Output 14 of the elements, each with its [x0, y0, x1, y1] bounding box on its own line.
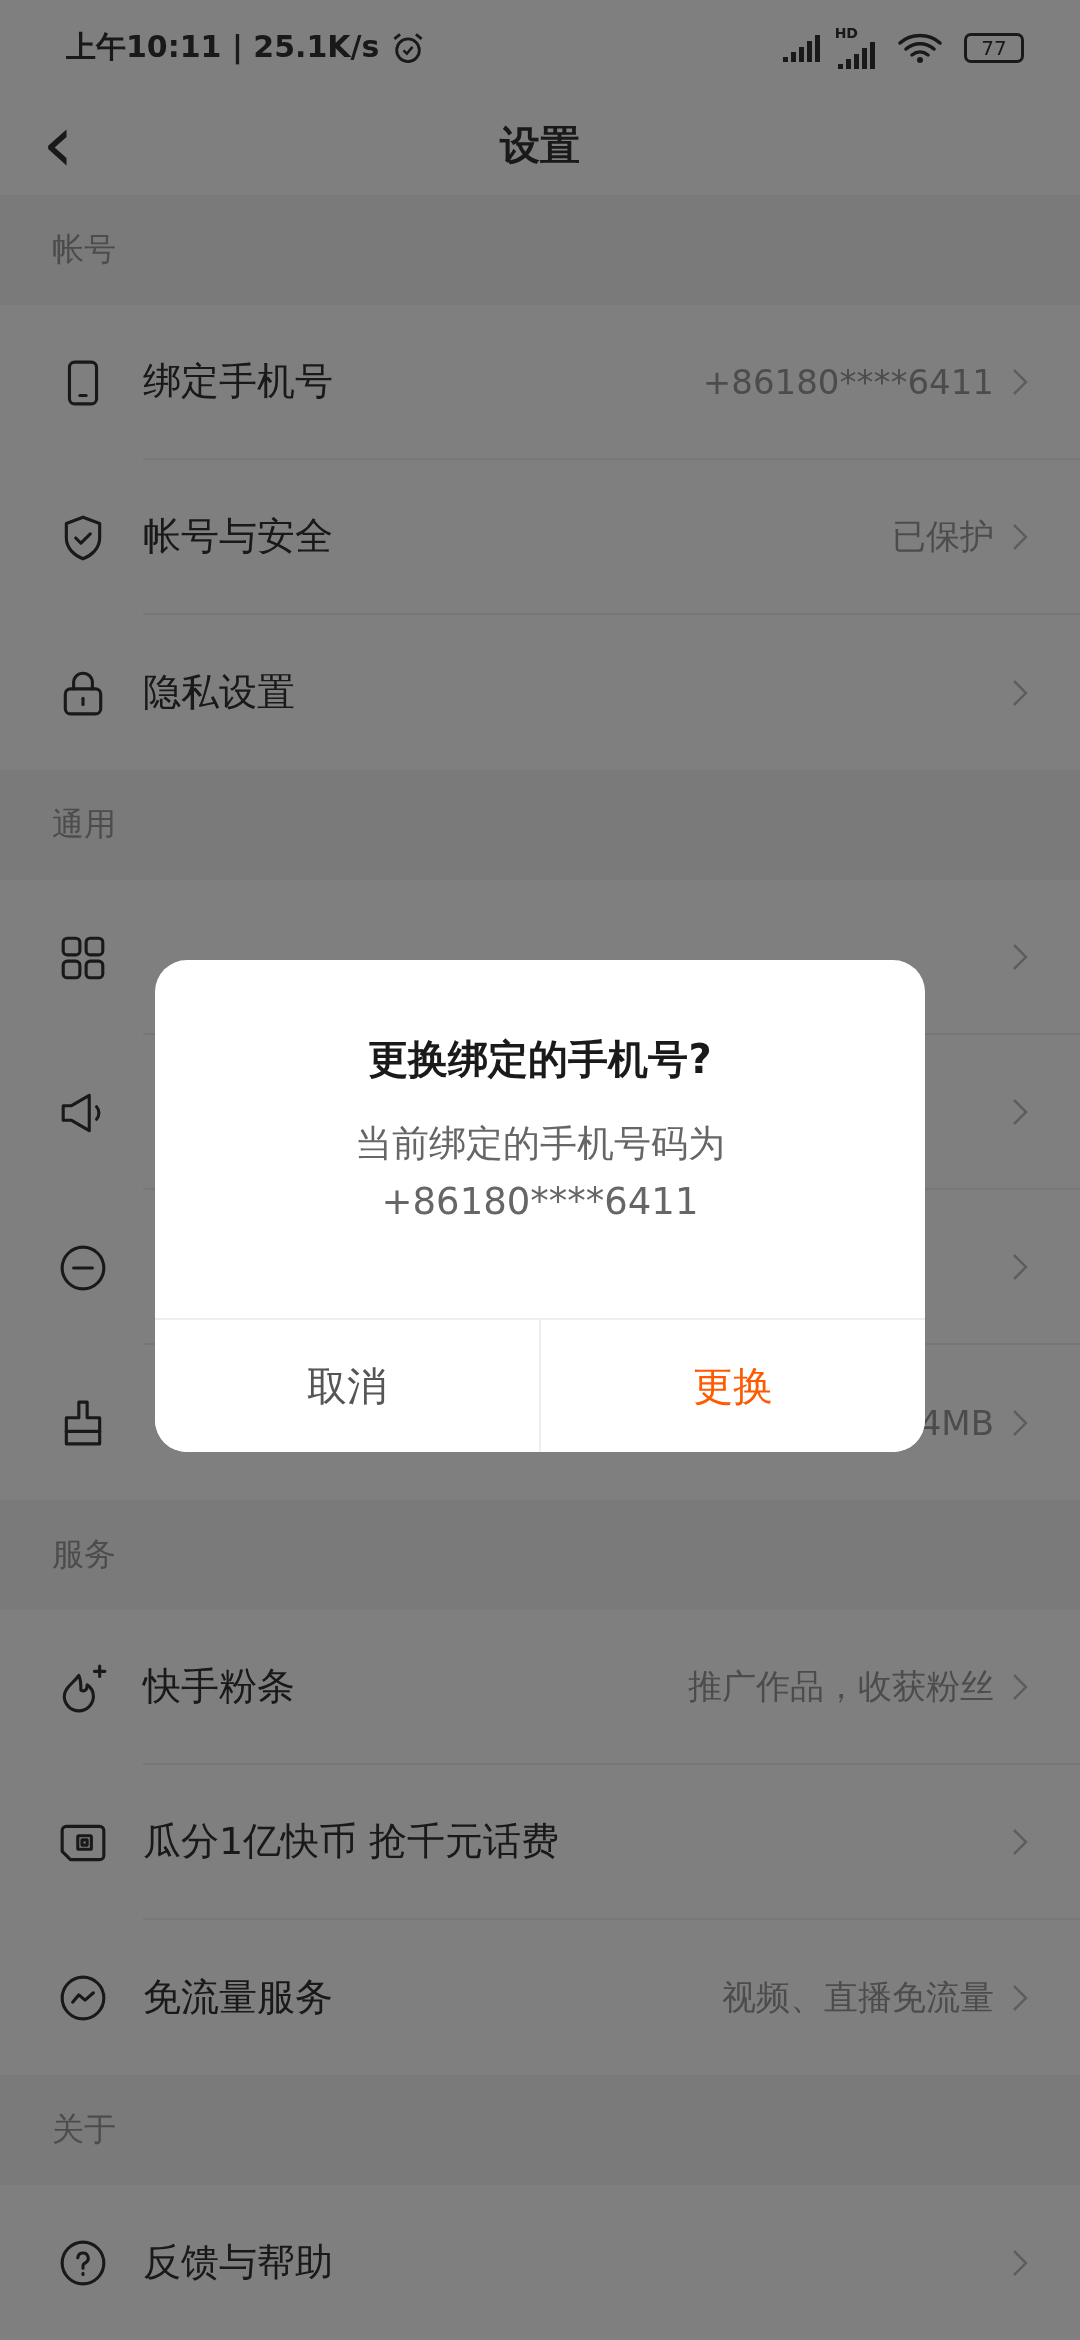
row-label: 反馈与帮助 [143, 2239, 333, 2286]
row-label: 快手粉条 [143, 1663, 295, 1710]
dialog-message: 当前绑定的手机号码为 [355, 1121, 725, 1167]
battery-icon: 77 [964, 32, 1024, 63]
dialog-title: 更换绑定的手机号? [368, 1035, 712, 1084]
row-label: 绑定手机号 [143, 358, 333, 405]
row-label: 隐私设置 [143, 669, 295, 716]
page-title: 设置 [500, 120, 580, 170]
hd-label: HD [834, 25, 858, 40]
row-label: 免流量服务 [143, 1974, 333, 2021]
row-label: 瓜分1亿快币 抢千元话费 [143, 1818, 560, 1865]
status-time: 上午10:11 | 25.1K/s [66, 28, 380, 67]
dialog-message: +86180****6411 [381, 1179, 699, 1225]
row-label: 帐号与安全 [143, 513, 333, 560]
